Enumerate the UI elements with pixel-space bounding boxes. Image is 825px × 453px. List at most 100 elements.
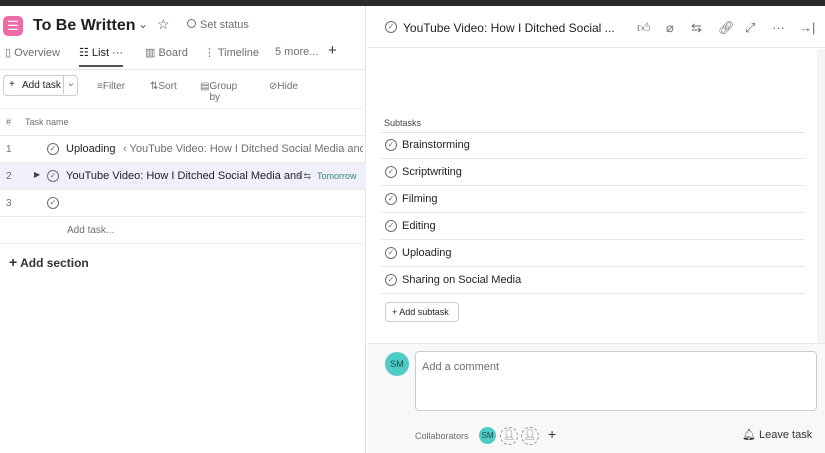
add-task-button[interactable]: + Add task ⌄ [3, 75, 78, 96]
subtask-name[interactable]: Editing [402, 220, 436, 232]
star-icon[interactable]: ☆ [157, 16, 170, 33]
task-name[interactable]: YouTube Video: How I Ditched Social Medi… [66, 170, 302, 182]
avatar: SM [385, 352, 409, 376]
filter-label: Filter [102, 81, 126, 92]
subtask-item[interactable]: ✓ Editing [381, 213, 805, 240]
list-project-icon: ☰ [3, 16, 23, 36]
more-icon[interactable]: ··· [772, 20, 785, 35]
table-row[interactable]: 1 ✓ Uploading ‹ YouTube Video: How I Dit… [0, 136, 366, 163]
tab-label: Overview [14, 47, 60, 59]
expand-triangle-icon[interactable]: ▶ [34, 170, 40, 179]
plus-icon: + [9, 254, 18, 270]
comment-placeholder: Add a comment [422, 361, 500, 373]
tab-label: Board [158, 47, 188, 59]
collaborators-label: Collaborators [415, 431, 469, 441]
task-name[interactable]: Uploading [66, 143, 116, 155]
add-collaborator-icon[interactable]: 👤︎ [521, 427, 539, 445]
complete-check-icon[interactable]: ✓ [47, 170, 59, 182]
bell-icon: 🔔︎ [742, 429, 756, 441]
complete-check-icon[interactable]: ✓ [385, 220, 397, 232]
complete-check-icon[interactable]: ✓ [385, 247, 397, 259]
subtask-name[interactable]: Uploading [402, 247, 452, 259]
subtask-name[interactable]: Sharing on Social Media [402, 274, 521, 286]
plus-icon[interactable]: + [548, 426, 556, 442]
plus-icon: + [392, 307, 398, 317]
chevron-down-icon[interactable]: ⌄ [63, 75, 78, 94]
tab-overview[interactable]: ▯ Overview [5, 46, 60, 59]
expand-icon[interactable]: ⤢ [745, 20, 755, 36]
add-task-inline[interactable]: Add task... [67, 225, 114, 236]
subtask-count-value: 6 [296, 171, 302, 181]
tab-timeline[interactable]: ⋮ Timeline [204, 46, 259, 59]
add-subtask-label: Add subtask [399, 307, 449, 317]
tab-board[interactable]: ▥ Board [145, 46, 188, 59]
task-detail-panel: ✓ YouTube Video: How I Ditched Social ..… [367, 6, 825, 453]
detail-header: ✓ YouTube Video: How I Ditched Social ..… [367, 6, 825, 48]
subtask-icon[interactable]: ⇆ [691, 20, 702, 36]
row-number: 1 [6, 144, 12, 155]
chevron-down-icon[interactable]: ⌄ [138, 17, 148, 31]
complete-check-icon[interactable]: ✓ [385, 21, 397, 33]
column-number: # [6, 117, 12, 127]
leave-task-button[interactable]: 🔔︎ Leave task [742, 428, 812, 441]
add-task-row[interactable]: Add task... [0, 217, 366, 244]
hide-label: Hide [277, 81, 298, 92]
table-row[interactable]: 2 ▶ ✓ YouTube Video: How I Ditched Socia… [0, 163, 366, 190]
subtask-item[interactable]: ✓ Filming [381, 186, 805, 213]
set-status-button[interactable]: Set status [187, 19, 249, 31]
project-title[interactable]: To Be Written [33, 17, 136, 35]
subtask-item[interactable]: ✓ Brainstorming [381, 132, 805, 159]
view-tabs: ▯ Overview ☷ List ··· ▥ Board ⋮ Timeline… [0, 42, 366, 70]
collaborator-avatar[interactable]: SM [479, 427, 496, 444]
complete-check-icon[interactable]: ✓ [47, 197, 59, 209]
set-status-label: Set status [200, 19, 249, 31]
more-icon[interactable]: ··· [112, 47, 123, 59]
leave-task-label: Leave task [759, 429, 813, 441]
filter-button[interactable]: ≡ Filter [97, 81, 125, 92]
due-date[interactable]: Tomorrow [317, 171, 357, 181]
add-task-label: Add task [22, 80, 61, 91]
complete-check-icon[interactable]: ✓ [385, 166, 397, 178]
comment-area: SM Add a comment Collaborators SM 👤︎ 👤︎ … [367, 343, 825, 453]
scrollbar[interactable] [817, 49, 825, 343]
table-row[interactable]: 3 ✓ [0, 190, 366, 217]
column-task-name[interactable]: Task name [25, 117, 69, 127]
tab-list[interactable]: ☷ List ··· [79, 46, 124, 67]
subtask-name[interactable]: Scriptwriting [402, 166, 462, 178]
add-section-button[interactable]: + Add section [9, 254, 89, 270]
tab-more[interactable]: 5 more... [275, 46, 318, 58]
add-collaborator-icon[interactable]: 👤︎ [500, 427, 518, 445]
add-tab-icon[interactable]: + [328, 42, 337, 59]
comment-input[interactable]: Add a comment [415, 351, 817, 411]
complete-check-icon[interactable]: ✓ [385, 274, 397, 286]
subtask-item[interactable]: ✓ Sharing on Social Media [381, 267, 805, 294]
tab-label: Timeline [217, 47, 260, 59]
subtask-item[interactable]: ✓ Scriptwriting [381, 159, 805, 186]
group-by-label: Group by [209, 81, 238, 103]
subtask-name[interactable]: Filming [402, 193, 437, 205]
close-panel-icon[interactable]: →| [799, 20, 815, 35]
subtask-item[interactable]: ✓ Uploading [381, 240, 805, 267]
complete-check-icon[interactable]: ✓ [385, 193, 397, 205]
group-by-button[interactable]: ▤ Group by [200, 81, 237, 103]
plus-icon: + [9, 79, 15, 90]
add-subtask-button[interactable]: + Add subtask [385, 302, 459, 322]
complete-check-icon[interactable]: ✓ [385, 139, 397, 151]
task-title[interactable]: YouTube Video: How I Ditched Social ... [403, 21, 615, 35]
project-list-panel: ☰ To Be Written ⌄ ☆ Set status ▯ Overvie… [0, 6, 366, 453]
subtask-name[interactable]: Brainstorming [402, 139, 470, 151]
parent-task-link[interactable]: ‹ YouTube Video: How I Ditched Social Me… [123, 143, 363, 155]
status-circle-icon [187, 19, 196, 28]
add-section-label: Add section [20, 256, 89, 270]
sort-button[interactable]: ⇅ Sort [150, 81, 177, 92]
subtask-count[interactable]: 6 ⇆ [296, 171, 311, 182]
complete-check-icon[interactable]: ✓ [47, 143, 59, 155]
subtask-icon: ⇆ [303, 171, 312, 181]
link-icon[interactable]: 🔗︎ [718, 20, 735, 36]
hide-button[interactable]: ⊘ Hide [269, 81, 298, 92]
row-number: 2 [6, 171, 12, 182]
sort-label: Sort [158, 81, 177, 92]
row-number: 3 [6, 198, 12, 209]
attachment-icon[interactable]: ⌀ [666, 20, 674, 36]
like-icon[interactable]: 👍︎ [637, 20, 651, 36]
